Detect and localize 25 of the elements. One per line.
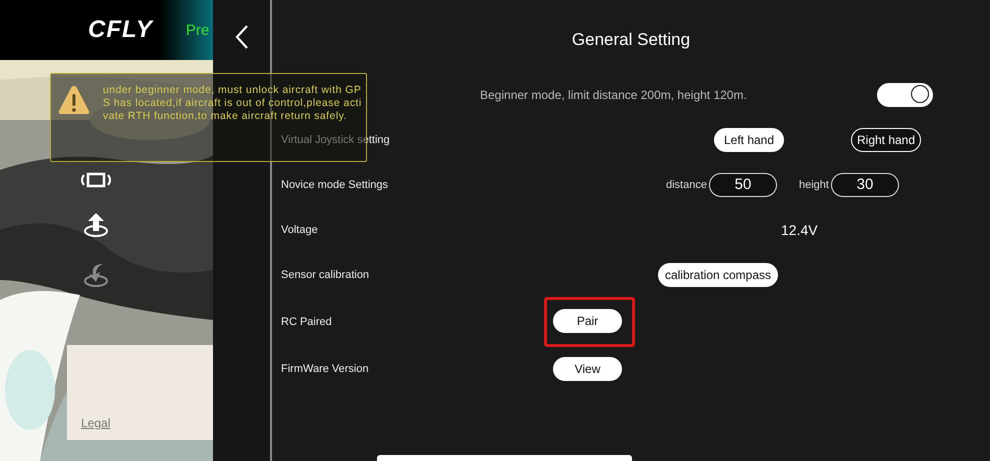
voltage-value: 12.4V: [781, 222, 818, 238]
legal-link[interactable]: Legal: [81, 416, 110, 430]
field-label: height: [798, 178, 829, 190]
action-button[interactable]: calibration compass: [658, 262, 778, 286]
warning-icon: [57, 84, 91, 116]
setting-label: RC Paired: [281, 316, 333, 328]
hand-option[interactable]: Left hand: [714, 128, 784, 152]
takeoff-icon[interactable]: [83, 212, 109, 238]
setting-description: Beginner mode, limit distance 200m, height 120m.: [480, 88, 748, 102]
rotate-screen-icon[interactable]: [78, 172, 114, 188]
window-title: General Setting: [572, 29, 690, 50]
toggle-switch[interactable]: [877, 82, 933, 106]
setting-label: Sensor calibration: [281, 268, 370, 280]
hand-option[interactable]: Right hand: [851, 128, 921, 152]
setting-label: Voltage: [281, 224, 319, 236]
action-button[interactable]: View: [553, 356, 622, 380]
setting-label: FirmWare Version: [281, 362, 370, 374]
logo: CFLY: [88, 16, 153, 44]
action-button[interactable]: Pair: [553, 308, 622, 332]
setting-label: Novice mode Settings: [281, 178, 389, 190]
mode-label: Pre: [186, 22, 210, 38]
field-label: distance: [666, 178, 707, 190]
number-field[interactable]: 50: [708, 172, 777, 196]
back-icon[interactable]: [234, 24, 248, 50]
number-field[interactable]: 30: [830, 172, 899, 196]
